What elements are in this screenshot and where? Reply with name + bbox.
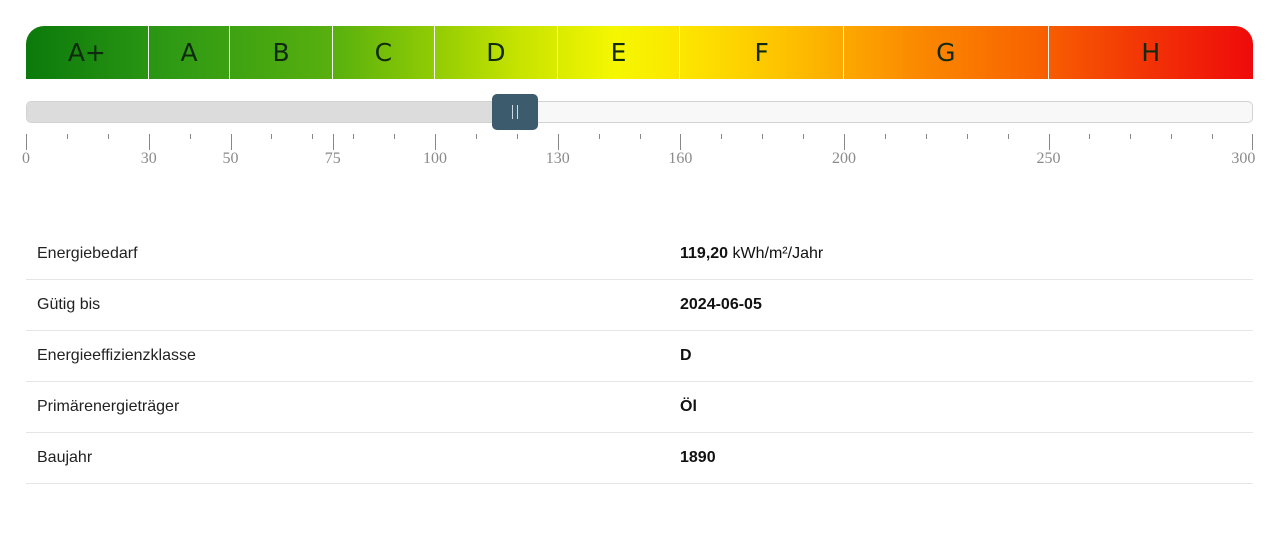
energy-slider-fill (27, 102, 515, 122)
class-cell-h: H (1141, 38, 1161, 67)
tick-label: 250 (1036, 150, 1061, 167)
major-tick (148, 134, 150, 150)
class-cell-g: G (844, 26, 1049, 79)
major-tick (26, 134, 27, 150)
tick-label: 130 (545, 150, 570, 167)
class-cell-c: C (333, 26, 435, 79)
efficiency-class-value: D (680, 347, 692, 364)
minor-tick (966, 134, 968, 139)
primary-energy-value: Öl (680, 398, 697, 415)
valid-until-value: 2024-06-05 (680, 296, 762, 313)
scale-ticks: 0 30 50 75 100 130 160 200 250 300 (22, 134, 1256, 174)
energy-details-table: Energiebedarf 119,20 kWh/m²/Jahr Gütig b… (26, 229, 1253, 484)
major-tick (332, 134, 334, 150)
row-value: 2024-06-05 (680, 279, 1253, 331)
tick-label: 30 (140, 150, 157, 167)
tick-label: 50 (222, 150, 239, 167)
row-value: Öl (680, 381, 1253, 433)
grip-icon (511, 105, 518, 119)
class-cell-f: F (680, 26, 844, 79)
minor-tick (475, 134, 477, 139)
tick-label: 100 (423, 150, 447, 167)
tick-label: 300 (1231, 150, 1256, 167)
minor-tick (721, 134, 723, 139)
energy-class-bar: A+ A B C D E F G H (26, 26, 1253, 79)
energy-demand-unit: kWh/m²/Jahr (732, 245, 824, 262)
minor-tick (271, 134, 273, 139)
table-row: Baujahr 1890 (26, 432, 1253, 484)
class-cell-b: B (231, 26, 333, 79)
row-label: Energieeffizienzklasse (26, 330, 680, 382)
major-tick (1048, 134, 1050, 150)
minor-tick (516, 134, 518, 139)
energy-scale: A+ A B C D E F G H 0 30 50 75 100 130 160 200 25… (22, 26, 1255, 167)
minor-tick (762, 134, 764, 139)
table-row: Energieeffizienzklasse D (26, 330, 1253, 382)
minor-tick (189, 134, 191, 139)
major-tick (844, 134, 845, 150)
energy-demand-value: 119,20 (680, 245, 729, 262)
minor-tick (598, 134, 600, 139)
minor-tick (1089, 134, 1091, 139)
minor-tick (353, 134, 355, 139)
major-tick (435, 134, 436, 150)
class-cell-d: D (435, 26, 558, 79)
row-label: Energiebedarf (26, 229, 680, 280)
class-cell-a-plus: A+ (26, 26, 149, 79)
minor-tick (884, 134, 886, 139)
minor-tick (639, 134, 641, 139)
row-value: 1890 (680, 432, 1253, 484)
minor-tick (66, 134, 68, 139)
minor-tick (1130, 134, 1132, 139)
energy-slider-track[interactable] (26, 94, 1253, 130)
major-tick (230, 134, 232, 150)
energy-slider-handle[interactable] (491, 94, 538, 130)
tick-label: 200 (832, 150, 856, 167)
row-label: Gütig bis (26, 279, 680, 331)
tick-label: 75 (324, 150, 341, 167)
major-tick (680, 134, 682, 150)
class-cell-e: E (558, 26, 681, 79)
tick-label: 160 (668, 150, 693, 167)
table-row: Primärenergieträger Öl (26, 381, 1253, 433)
table-row: Energiebedarf 119,20 kWh/m²/Jahr (26, 229, 1253, 280)
minor-tick (107, 134, 109, 139)
minor-tick (1212, 134, 1214, 139)
minor-tick (394, 134, 396, 139)
row-value: 119,20 kWh/m²/Jahr (680, 229, 1253, 280)
minor-tick (1171, 134, 1173, 139)
minor-tick (312, 134, 314, 139)
row-label: Baujahr (26, 432, 680, 484)
class-cell-a: A (149, 26, 231, 79)
major-tick (1252, 134, 1253, 150)
row-label: Primärenergieträger (26, 381, 680, 433)
construction-year-value: 1890 (680, 449, 716, 466)
minor-tick (803, 134, 805, 139)
table-row: Gütig bis 2024-06-05 (26, 279, 1253, 331)
tick-label: 0 (22, 150, 30, 167)
row-value: D (680, 330, 1253, 382)
minor-tick (925, 134, 927, 139)
minor-tick (1007, 134, 1009, 139)
major-tick (557, 134, 559, 150)
